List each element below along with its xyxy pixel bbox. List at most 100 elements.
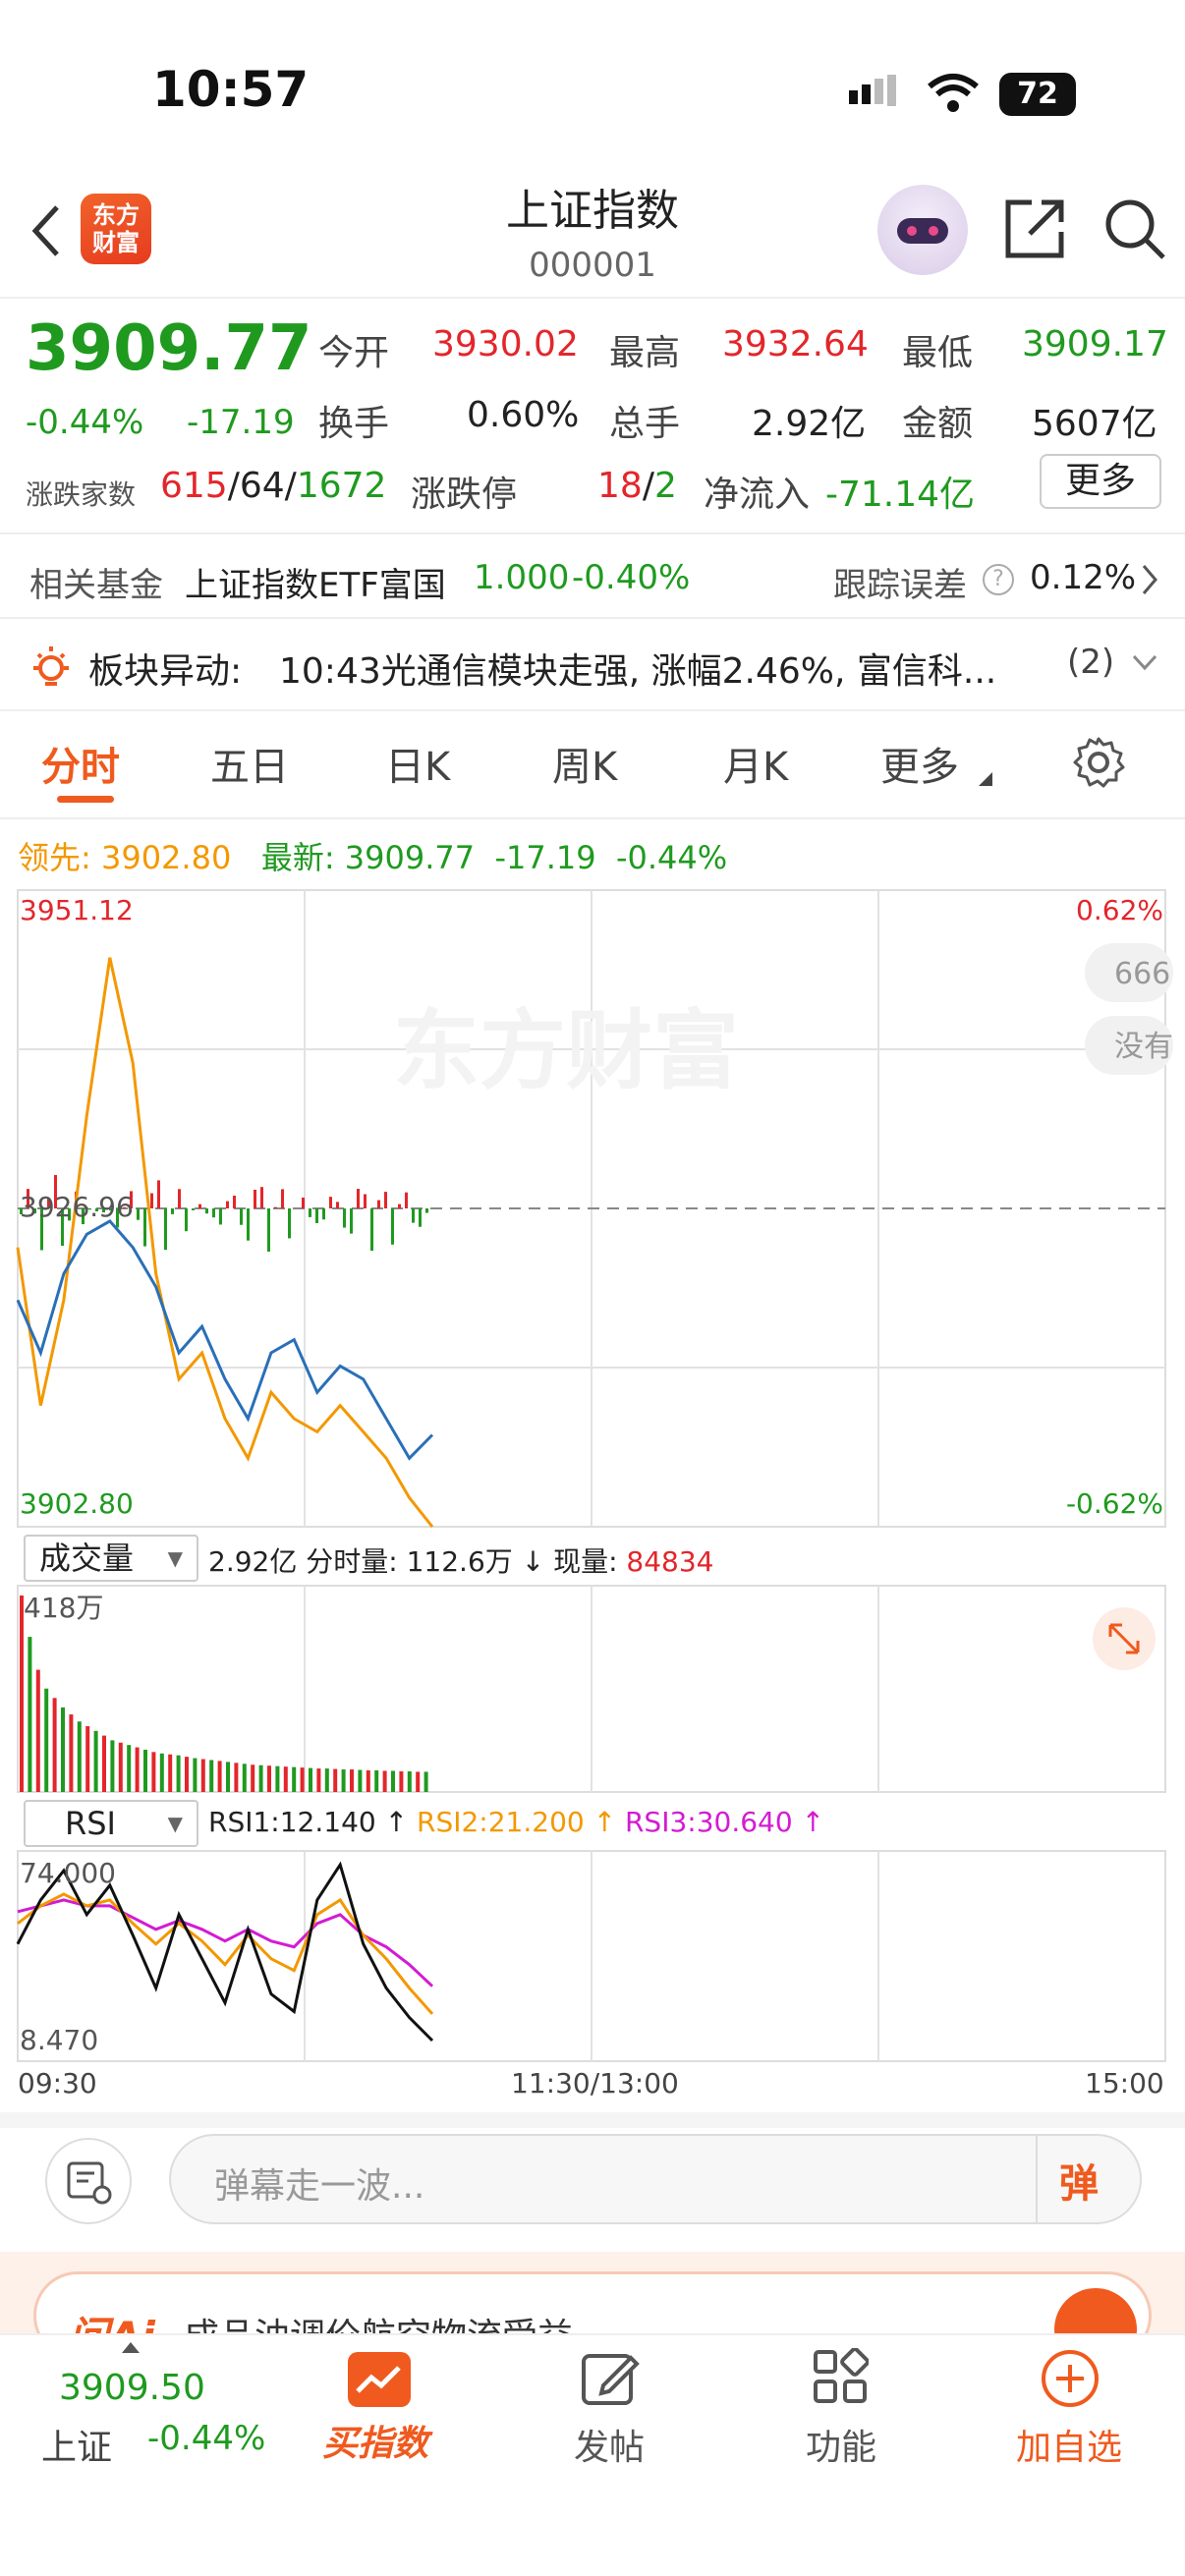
volume-bar xyxy=(35,1669,40,1792)
volume-bar xyxy=(200,1759,205,1792)
limit-values: 18/2 xyxy=(597,466,677,506)
volume-bar xyxy=(226,1762,230,1792)
fund-name[interactable]: 上证指数ETF富国 xyxy=(185,558,446,606)
pct-bottom: -0.62% xyxy=(1066,1487,1163,1520)
volume-bar xyxy=(52,1698,57,1792)
index-price[interactable]: 3909.50 xyxy=(59,2368,205,2408)
limit-label: 涨跌停 xyxy=(411,475,518,515)
flow-bar xyxy=(212,1208,215,1218)
price-chart[interactable]: 东方财富 3951.12 3902.80 3926.96 0.62% -0.62… xyxy=(0,884,1185,1533)
post-button[interactable]: 发帖 xyxy=(574,2419,645,2470)
volume-bar xyxy=(350,1769,354,1792)
tab-intraday[interactable]: 分时 xyxy=(41,735,120,792)
last-price: 3909.77 xyxy=(26,312,312,385)
watermark: 东方财富 xyxy=(393,1000,739,1101)
battery-icon: 72 xyxy=(999,73,1076,116)
search-icon[interactable] xyxy=(1102,196,1167,261)
comment-input[interactable]: 弹幕走一波... 弹 xyxy=(169,2134,1142,2224)
lead-series-line xyxy=(16,957,434,1528)
battery-level: 72 xyxy=(1017,77,1058,111)
danmaku-toggle-button[interactable] xyxy=(45,2138,132,2224)
tab-monthly-k[interactable]: 月K xyxy=(723,735,788,792)
volume-selector[interactable]: 成交量 ▼ xyxy=(24,1535,198,1582)
tab-daily-k[interactable]: 日K xyxy=(385,735,450,792)
flow-bar xyxy=(240,1208,243,1225)
flow-bar xyxy=(267,1208,270,1252)
share-icon[interactable] xyxy=(1002,196,1067,261)
chart-legend: 领先: 3902.80 最新: 3909.77 -17.19 -0.44% xyxy=(18,839,728,876)
volume-bar xyxy=(399,1770,404,1792)
netflow-label: 净流入 xyxy=(704,475,811,515)
flow-bar xyxy=(343,1208,346,1228)
index-up-arrow-icon xyxy=(122,2342,140,2353)
flow-bar xyxy=(143,1208,146,1247)
volume-bar xyxy=(234,1763,239,1792)
high-value: 3932.64 xyxy=(722,324,869,364)
function-button[interactable]: 功能 xyxy=(806,2419,876,2470)
tab-five-day[interactable]: 五日 xyxy=(210,735,289,792)
tab-more[interactable]: 更多 xyxy=(880,735,959,792)
low-value: 3909.17 xyxy=(1022,324,1168,364)
volume-bar xyxy=(159,1753,164,1792)
rsi-chart[interactable]: 74.000 8.470 xyxy=(0,1849,1185,2065)
volume-bar xyxy=(193,1758,198,1792)
flow-bar xyxy=(288,1208,291,1239)
flow-bar xyxy=(198,1204,201,1208)
volume-bar xyxy=(127,1745,132,1792)
add-watchlist-button[interactable]: 加自选 xyxy=(1016,2419,1122,2470)
volume-bar xyxy=(176,1755,181,1792)
buy-index-button[interactable]: 买指数 xyxy=(322,2415,428,2466)
volume-ymax: 418万 xyxy=(24,1592,103,1624)
danmaku-pill-2-text: 没有 xyxy=(1114,1030,1173,1064)
volume-value: 2.92亿 xyxy=(752,404,867,444)
alert-text[interactable]: 10:43光通信模块走强, 涨幅2.46%, 富信科... xyxy=(279,643,1045,694)
breadth-values: 615/64/1672 xyxy=(160,466,387,506)
robot-avatar-icon[interactable] xyxy=(877,185,968,275)
flow-bar xyxy=(322,1208,325,1220)
flow-bar xyxy=(254,1190,256,1208)
settings-gear-icon[interactable] xyxy=(1071,735,1126,790)
flow-bar xyxy=(336,1202,339,1208)
volume-bar xyxy=(333,1768,338,1792)
chevron-right-icon[interactable] xyxy=(1140,562,1159,597)
danmaku-send-button[interactable]: 弹 xyxy=(1059,2152,1099,2209)
flow-bar xyxy=(364,1194,367,1208)
flow-bar xyxy=(137,1208,140,1220)
chevron-down-icon[interactable] xyxy=(1130,652,1159,674)
flow-bar xyxy=(357,1189,360,1208)
volume-bar xyxy=(309,1767,312,1792)
volume-summary: 2.92亿 分时量: 112.6万 ↓ 现量: 84834 xyxy=(208,1545,714,1578)
volume-bar xyxy=(358,1769,363,1792)
price-ymin: 3902.80 xyxy=(20,1487,134,1520)
volume-chart[interactable]: 418万 xyxy=(0,1584,1185,1796)
flow-bar xyxy=(315,1208,318,1223)
bulb-icon xyxy=(33,646,69,686)
low-label: 最低 xyxy=(902,333,974,373)
volume-bar xyxy=(391,1770,395,1792)
tab-weekly-k[interactable]: 周K xyxy=(552,735,617,792)
rsi1-line xyxy=(16,1861,434,2043)
volume-bar xyxy=(143,1749,147,1792)
volume-bar xyxy=(292,1766,297,1792)
flow-bar xyxy=(377,1200,380,1208)
flow-bar xyxy=(412,1208,415,1223)
volume-bar xyxy=(93,1730,98,1792)
tab-more-corner-icon xyxy=(979,772,992,786)
turnover-value: 0.60% xyxy=(467,395,580,435)
volume-bar xyxy=(407,1770,412,1792)
change-value: -17.19 xyxy=(187,403,295,442)
volume-bar xyxy=(267,1765,271,1792)
volume-bar xyxy=(20,1596,24,1792)
prev-close-label: 3926.96 xyxy=(20,1191,134,1223)
more-button[interactable]: 更多 xyxy=(1040,454,1161,509)
fund-price: 1.000 xyxy=(474,558,570,597)
volume-bar xyxy=(69,1714,74,1792)
volume-bar xyxy=(217,1761,222,1792)
indicator-selector[interactable]: RSI ▼ xyxy=(24,1800,198,1847)
change-percent: -0.44% xyxy=(26,403,144,442)
volume-bar xyxy=(316,1768,321,1792)
help-icon[interactable]: ? xyxy=(983,564,1014,595)
volume-bar xyxy=(300,1767,305,1792)
price-ymax: 3951.12 xyxy=(20,894,134,926)
flow-bar xyxy=(171,1208,174,1214)
